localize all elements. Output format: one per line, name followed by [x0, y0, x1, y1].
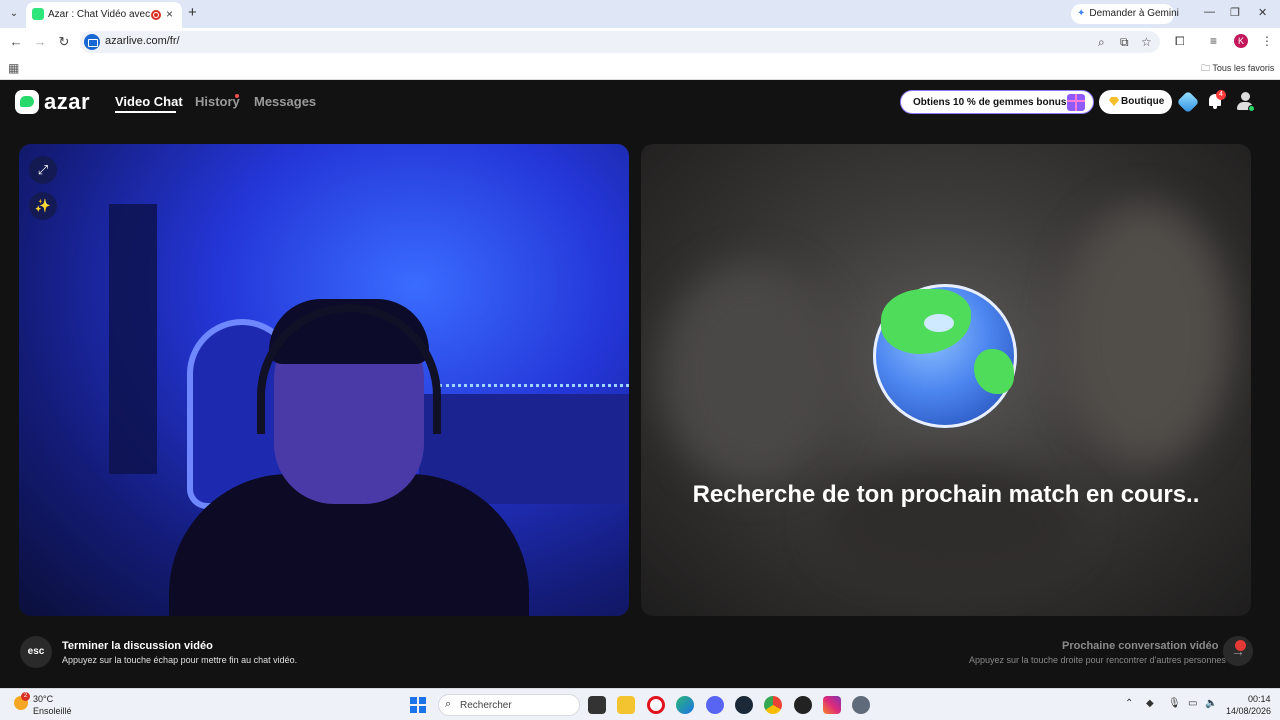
apps-grid-icon[interactable]: ▦ [8, 61, 19, 75]
clock-time[interactable]: 00:14 [1248, 694, 1271, 704]
all-bookmarks-label: Tous les favoris [1212, 63, 1275, 73]
history-new-dot [235, 94, 239, 98]
gemini-label: Demander à Gemini [1089, 8, 1179, 19]
install-app-icon[interactable]: ⧉ [1120, 35, 1129, 50]
room-door [109, 204, 157, 474]
tab-search-icon[interactable]: ⌄ [6, 6, 22, 22]
next-chat-description: Appuyez sur la touche droite pour rencon… [969, 655, 1226, 665]
recording-icon [151, 10, 161, 20]
fullscreen-icon[interactable]: ⤢ [29, 156, 57, 184]
weather-description: Ensoleillé [33, 706, 72, 716]
discord-icon[interactable] [706, 696, 724, 714]
windows-taskbar: 2 30°C Ensoleillé ⌕ Rechercher ⌃ ◆ 🎙 ▭ 🔈… [0, 688, 1280, 720]
string-lights [439, 384, 629, 387]
all-bookmarks-link[interactable]: 🗀 Tous les favoris [1201, 61, 1274, 77]
url-text: azarlive.com/fr/ [105, 35, 180, 47]
nav-messages[interactable]: Messages [254, 94, 316, 109]
tray-app-icon[interactable]: ◆ [1146, 698, 1154, 709]
gem-balance-icon[interactable] [1176, 90, 1200, 114]
tray-overflow-icon[interactable]: ⌃ [1125, 698, 1133, 709]
taskbar-search-placeholder: Rechercher [460, 700, 512, 711]
azar-logo-icon[interactable] [15, 90, 39, 114]
profile-avatar[interactable]: K [1234, 34, 1248, 48]
end-chat-title: Terminer la discussion vidéo [62, 640, 213, 652]
close-window-icon[interactable]: ✕ [1258, 6, 1267, 19]
disabled-icon [1235, 640, 1246, 651]
extensions-icon[interactable]: ⧠ [1175, 34, 1185, 49]
restore-icon[interactable]: ❐ [1230, 6, 1240, 19]
azar-page: azar Video Chat History Messages Obtiens… [0, 80, 1280, 688]
opera-icon[interactable] [647, 696, 665, 714]
steam-icon[interactable] [735, 696, 753, 714]
site-info-icon[interactable] [84, 34, 100, 50]
folder-icon: 🗀 [1201, 63, 1213, 73]
end-chat-description: Appuyez sur la touche échap pour mettre … [62, 655, 298, 665]
notification-badge: 4 [1216, 90, 1226, 100]
weather-temperature: 30°C [33, 694, 54, 704]
volume-icon[interactable]: 🔈 [1205, 698, 1217, 709]
azar-logo-text[interactable]: azar [44, 89, 90, 115]
tab-title: Azar : Chat Vidéo avec de n [48, 9, 152, 20]
partner-video-panel: Recherche de ton prochain match en cours… [641, 144, 1251, 616]
magic-wand-effects-icon[interactable]: ✨ [29, 192, 57, 220]
self-video-panel: ⤢ ✨ [19, 144, 629, 616]
microphone-icon[interactable]: 🎙 [1168, 698, 1181, 709]
taskbar-search-box[interactable]: ⌕ Rechercher [438, 694, 580, 716]
bookmarks-bar: ▦ 🗀 Tous les favoris [0, 56, 1280, 80]
forward-icon[interactable]: → [32, 34, 48, 49]
blur-shape [1061, 204, 1231, 464]
gem-icon [1109, 97, 1119, 106]
file-explorer-icon[interactable] [617, 696, 635, 714]
nav-history[interactable]: History [195, 94, 240, 109]
nav-video-chat[interactable]: Video Chat [115, 94, 183, 109]
gemini-button[interactable]: ✦ Demander à Gemini [1071, 4, 1179, 24]
globe-highlight [924, 314, 954, 332]
bookmark-star-icon[interactable]: ☆ [1141, 35, 1152, 49]
address-bar[interactable]: azarlive.com/fr/ ⌕ ⧉ ☆ [80, 31, 1160, 53]
media-control-icon[interactable]: ≡ [1210, 34, 1217, 48]
browser-tab-bar: ⌄ Azar : Chat Vidéo avec de n × + ✦Deman… [0, 0, 1280, 28]
online-status-dot [1248, 105, 1255, 112]
windows-start-icon[interactable] [410, 697, 426, 713]
weather-badge: 2 [21, 692, 30, 701]
reload-icon[interactable]: ↻ [56, 34, 72, 50]
blur-shape [661, 264, 841, 484]
minimize-icon[interactable]: — [1204, 6, 1215, 18]
close-tab-icon[interactable]: × [166, 7, 173, 21]
browser-tab[interactable]: Azar : Chat Vidéo avec de n × [26, 2, 182, 28]
gem-bonus-promo-button[interactable]: Obtiens 10 % de gemmes bonus ! [900, 90, 1094, 114]
instagram-icon[interactable] [823, 696, 841, 714]
chrome-icon[interactable] [764, 696, 782, 714]
gemini-star-icon: ✦ [1077, 8, 1086, 19]
promo-label: Obtiens 10 % de gemmes bonus ! [913, 97, 1073, 108]
boutique-label: Boutique [1121, 96, 1165, 107]
back-icon[interactable]: ← [8, 34, 24, 49]
clock-date[interactable]: 14/08/2026 [1226, 706, 1271, 716]
app-icon[interactable] [794, 696, 812, 714]
azar-favicon-icon [32, 8, 44, 20]
end-chat-esc-button[interactable]: esc [20, 636, 52, 668]
browser-toolbar: ← → ↻ azarlive.com/fr/ ⌕ ⧉ ☆ ⧠ ≡ K ⋮ [0, 28, 1280, 56]
searching-match-text: Recherche de ton prochain match en cours… [692, 481, 1200, 508]
network-icon[interactable]: ▭ [1188, 698, 1197, 709]
boutique-button[interactable]: Boutique [1099, 90, 1172, 114]
menu-kebab-icon[interactable]: ⋮ [1261, 34, 1273, 48]
task-view-icon[interactable] [588, 696, 606, 714]
gift-icon [1067, 94, 1085, 111]
active-nav-underline [115, 111, 176, 113]
settings-gear-icon[interactable] [852, 696, 870, 714]
new-tab-icon[interactable]: + [188, 4, 197, 21]
zoom-icon[interactable]: ⌕ [1098, 35, 1105, 50]
edge-icon[interactable] [676, 696, 694, 714]
next-chat-title: Prochaine conversation vidéo [1062, 640, 1219, 652]
search-icon: ⌕ [445, 698, 452, 710]
